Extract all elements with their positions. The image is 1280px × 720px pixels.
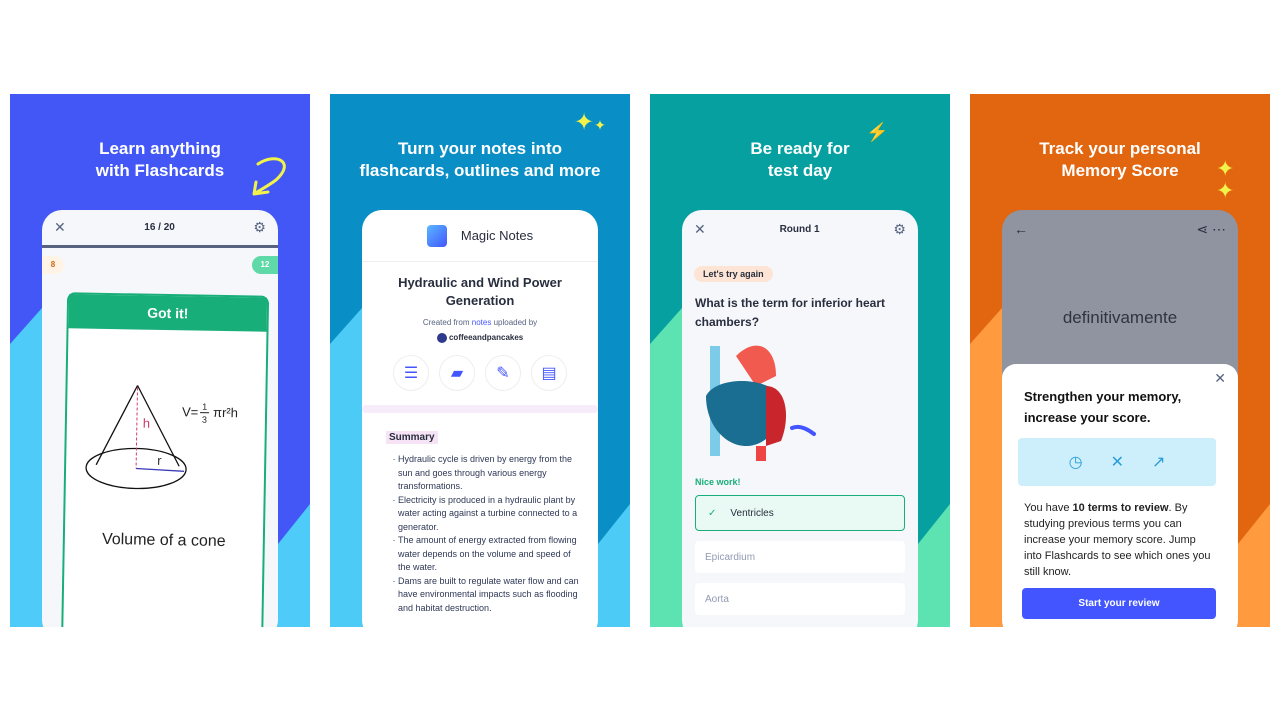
cone-diagram: h r V= 1 3 πr²h bbox=[85, 385, 238, 490]
created-by: Created from notes uploaded by bbox=[422, 318, 538, 327]
back-arrow-icon[interactable]: ← bbox=[1014, 221, 1028, 237]
sparkle-icon: ⚡ bbox=[866, 122, 889, 142]
modal-body: You have 10 terms to review. By studying… bbox=[1024, 502, 1211, 578]
question: What is the term for inferior heart cham… bbox=[695, 296, 886, 329]
check-icon: ✓ bbox=[708, 507, 717, 519]
formula-tail: πr²h bbox=[213, 405, 238, 420]
toolbar: ← ⋖ ⋯ bbox=[1002, 210, 1238, 248]
wave-divider bbox=[362, 405, 598, 413]
fraction-den: 3 bbox=[202, 415, 207, 425]
headline: Be ready for test day bbox=[750, 139, 850, 180]
calendar-x-icon: ✕ bbox=[1110, 454, 1124, 471]
action-buttons: ☰ ▰ ✎ ▤ bbox=[362, 355, 598, 391]
card-term: Volume of a cone bbox=[101, 530, 226, 551]
summary-bullet: Hydraulic cycle is driven by energy from… bbox=[398, 453, 584, 494]
gear-icon[interactable]: ⚙ bbox=[893, 221, 906, 238]
magic-notes-logo-icon bbox=[426, 224, 447, 247]
formula: V= bbox=[182, 404, 199, 419]
still-learning-count: 8 bbox=[42, 256, 64, 274]
modal-title: Strengthen your memory, increase your sc… bbox=[1024, 389, 1182, 425]
summary-bullet: Dams are built to regulate water flow an… bbox=[398, 575, 584, 616]
heart-illustration bbox=[706, 345, 816, 461]
close-icon[interactable]: ✕ bbox=[54, 219, 66, 236]
answer-option[interactable]: Aorta bbox=[695, 583, 905, 615]
summary-list: Hydraulic cycle is driven by energy from… bbox=[398, 453, 584, 615]
outline-icon[interactable]: ☰ bbox=[393, 355, 429, 391]
phone-screen: Magic Notes Hydraulic and Wind Power Gen… bbox=[362, 210, 598, 627]
flashcards-icon[interactable]: ▰ bbox=[439, 355, 475, 391]
notes-link[interactable]: notes bbox=[472, 318, 492, 327]
sparkle-icon: ✦✦ bbox=[574, 109, 606, 136]
clock-icon: ◷ bbox=[1068, 454, 1083, 471]
arrow-doodle-icon bbox=[252, 157, 286, 196]
app-title: Magic Notes bbox=[460, 228, 534, 243]
phone-screen: ✕ 16 / 20 ⚙ 8 12 Got it! h r V= 1 3 πr²h… bbox=[42, 210, 278, 627]
sparkle-icon: ✦✦ bbox=[1216, 156, 1235, 203]
round-title: Round 1 bbox=[779, 223, 820, 235]
know-count: 12 bbox=[252, 256, 278, 274]
progress-counter: 16 / 20 bbox=[144, 222, 175, 233]
summary-bullet: The amount of energy extracted from flow… bbox=[398, 534, 584, 575]
screenshot-memory-score: Track your personal Memory Score ✦ ✦ ← ⋖ ⋯… bbox=[970, 94, 1270, 627]
memory-illustration: ◷ ✕ ↗ bbox=[1018, 438, 1216, 486]
toolbar: ✕ 16 / 20 ⚙ bbox=[42, 210, 278, 248]
screenshot-flashcards: Learn anything with Flashcards ✕ 16 / 20 … bbox=[10, 94, 310, 627]
app-header: Magic Notes bbox=[362, 210, 598, 262]
summary-bullet: Electricity is produced in a hydraulic p… bbox=[398, 494, 584, 535]
edit-icon[interactable]: ✎ bbox=[485, 355, 521, 391]
note-title: Hydraulic and Wind Power Generation bbox=[398, 275, 562, 308]
start-review-button[interactable]: Start your review bbox=[1022, 588, 1216, 619]
card-term: definitivamente bbox=[1062, 308, 1178, 327]
feedback-text: Nice work! bbox=[695, 477, 741, 487]
share-and-more-icons[interactable]: ⋖ ⋯ bbox=[1196, 221, 1226, 238]
retry-badge: Let's try again bbox=[694, 266, 773, 282]
screenshot-magic-notes: Turn your notes into flashcards, outlines… bbox=[330, 94, 630, 627]
answer-option[interactable]: Epicardium bbox=[695, 541, 905, 573]
screenshot-learn-mode: Be ready for test day ⚡ ✕ Round 1 ⚙ Let's… bbox=[650, 94, 950, 627]
document-icon[interactable]: ▤ bbox=[531, 355, 567, 391]
gear-icon[interactable]: ⚙ bbox=[253, 219, 266, 236]
fraction-num: 1 bbox=[202, 402, 207, 412]
memory-score-modal: ✕ Strengthen your memory, increase your … bbox=[1002, 364, 1238, 627]
card-status-header: Got it! bbox=[68, 294, 268, 332]
phone-screen: ← ⋖ ⋯ definitivamente ✕ Strengthen your … bbox=[1002, 210, 1238, 627]
avatar bbox=[436, 333, 447, 343]
uploader[interactable]: coffeeandpancakes bbox=[362, 333, 598, 343]
calendar-chart-icon: ↗ bbox=[1151, 454, 1166, 471]
answer-option-correct[interactable]: ✓ Ventricles bbox=[695, 495, 905, 531]
toolbar: ✕ Round 1 ⚙ bbox=[682, 210, 918, 248]
h-label: h bbox=[143, 416, 150, 431]
flashcard[interactable]: Got it! h r V= 1 3 πr²h Volume of a cone bbox=[60, 292, 270, 627]
headline: Turn your notes into flashcards, outlines… bbox=[359, 139, 601, 180]
summary-label: Summary bbox=[386, 431, 438, 444]
phone-screen: ✕ Round 1 ⚙ Let's try again What is the … bbox=[682, 210, 918, 627]
close-icon[interactable]: ✕ bbox=[1214, 370, 1226, 387]
close-icon[interactable]: ✕ bbox=[694, 221, 706, 238]
r-label: r bbox=[157, 453, 162, 468]
